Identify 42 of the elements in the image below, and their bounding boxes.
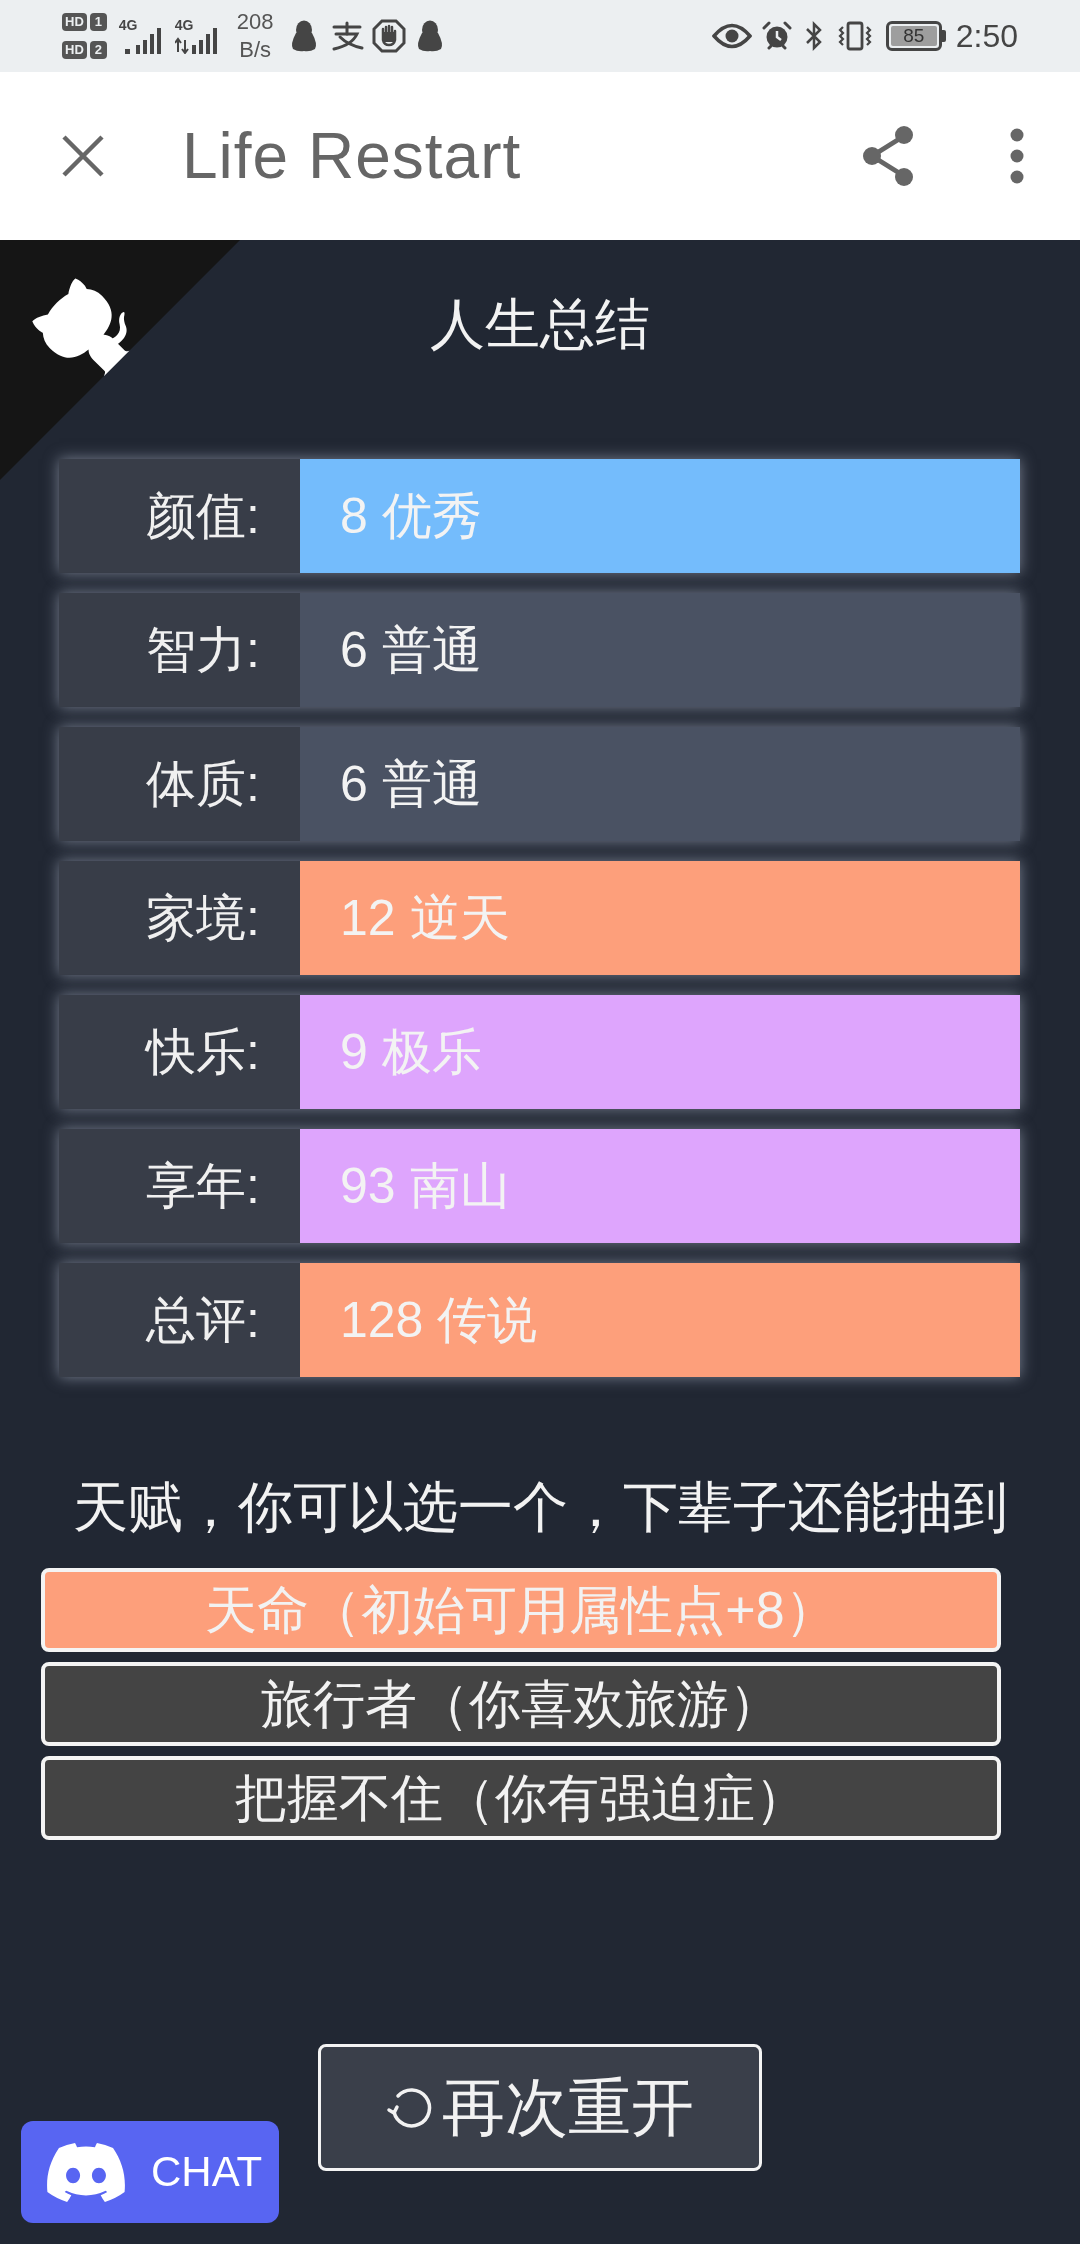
battery-percent: 85: [890, 26, 937, 46]
share-icon: [862, 126, 914, 186]
chat-button[interactable]: CHAT: [21, 2121, 279, 2223]
talent-button[interactable]: 旅行者（你喜欢旅游）: [41, 1662, 1001, 1746]
bluetooth-icon: [803, 21, 824, 51]
stat-label: 智力:: [59, 593, 300, 707]
eye-icon: [711, 23, 752, 49]
octagon-hand-icon: [371, 19, 406, 53]
network-type: 4G: [118, 18, 138, 32]
stat-value: 6 普通: [300, 727, 1020, 841]
stat-label: 体质:: [59, 727, 300, 841]
stat-label: 快乐:: [59, 995, 300, 1109]
stat-label: 总评:: [59, 1263, 300, 1377]
sim-slot-badge: 1: [89, 13, 107, 31]
controller-icon: [47, 2142, 125, 2202]
stat-value: 128 传说: [300, 1263, 1020, 1377]
app-title: Life Restart: [182, 124, 522, 188]
stat-label: 家境:: [59, 861, 300, 975]
network-badge: HD: [62, 13, 87, 31]
cat-icon: [32, 278, 130, 377]
stat-value: 8 优秀: [300, 459, 1020, 573]
summary-title: 人生总结: [430, 294, 650, 354]
stat-label: 享年:: [59, 1129, 300, 1243]
stat-value: 9 极乐: [300, 995, 1020, 1109]
network-badge: HD: [62, 41, 87, 59]
clock-time: 2:50: [955, 20, 1018, 52]
stat-value: 93 南山: [300, 1129, 1020, 1243]
sim-slot-badge: 2: [89, 41, 107, 59]
close-icon: [61, 134, 105, 178]
talent-heading: 天赋，你可以选一个，下辈子还能抽到: [72, 1477, 1008, 1537]
stat-value: 6 普通: [300, 593, 1020, 707]
restart-button[interactable]: 再次重开: [318, 2044, 762, 2171]
talent-button[interactable]: 把握不住（你有强迫症）: [41, 1756, 1001, 1840]
net-speed-unit: B/s: [239, 39, 272, 61]
net-speed-value: 208: [236, 11, 274, 33]
penguin-icon: [415, 20, 444, 52]
stat-value: 12 逆天: [300, 861, 1020, 975]
penguin-icon: [289, 20, 318, 52]
more-icon: [1010, 128, 1024, 184]
alarm-icon: [761, 21, 792, 51]
stat-label: 颜值:: [59, 459, 300, 573]
network-type: 4G: [174, 18, 194, 32]
